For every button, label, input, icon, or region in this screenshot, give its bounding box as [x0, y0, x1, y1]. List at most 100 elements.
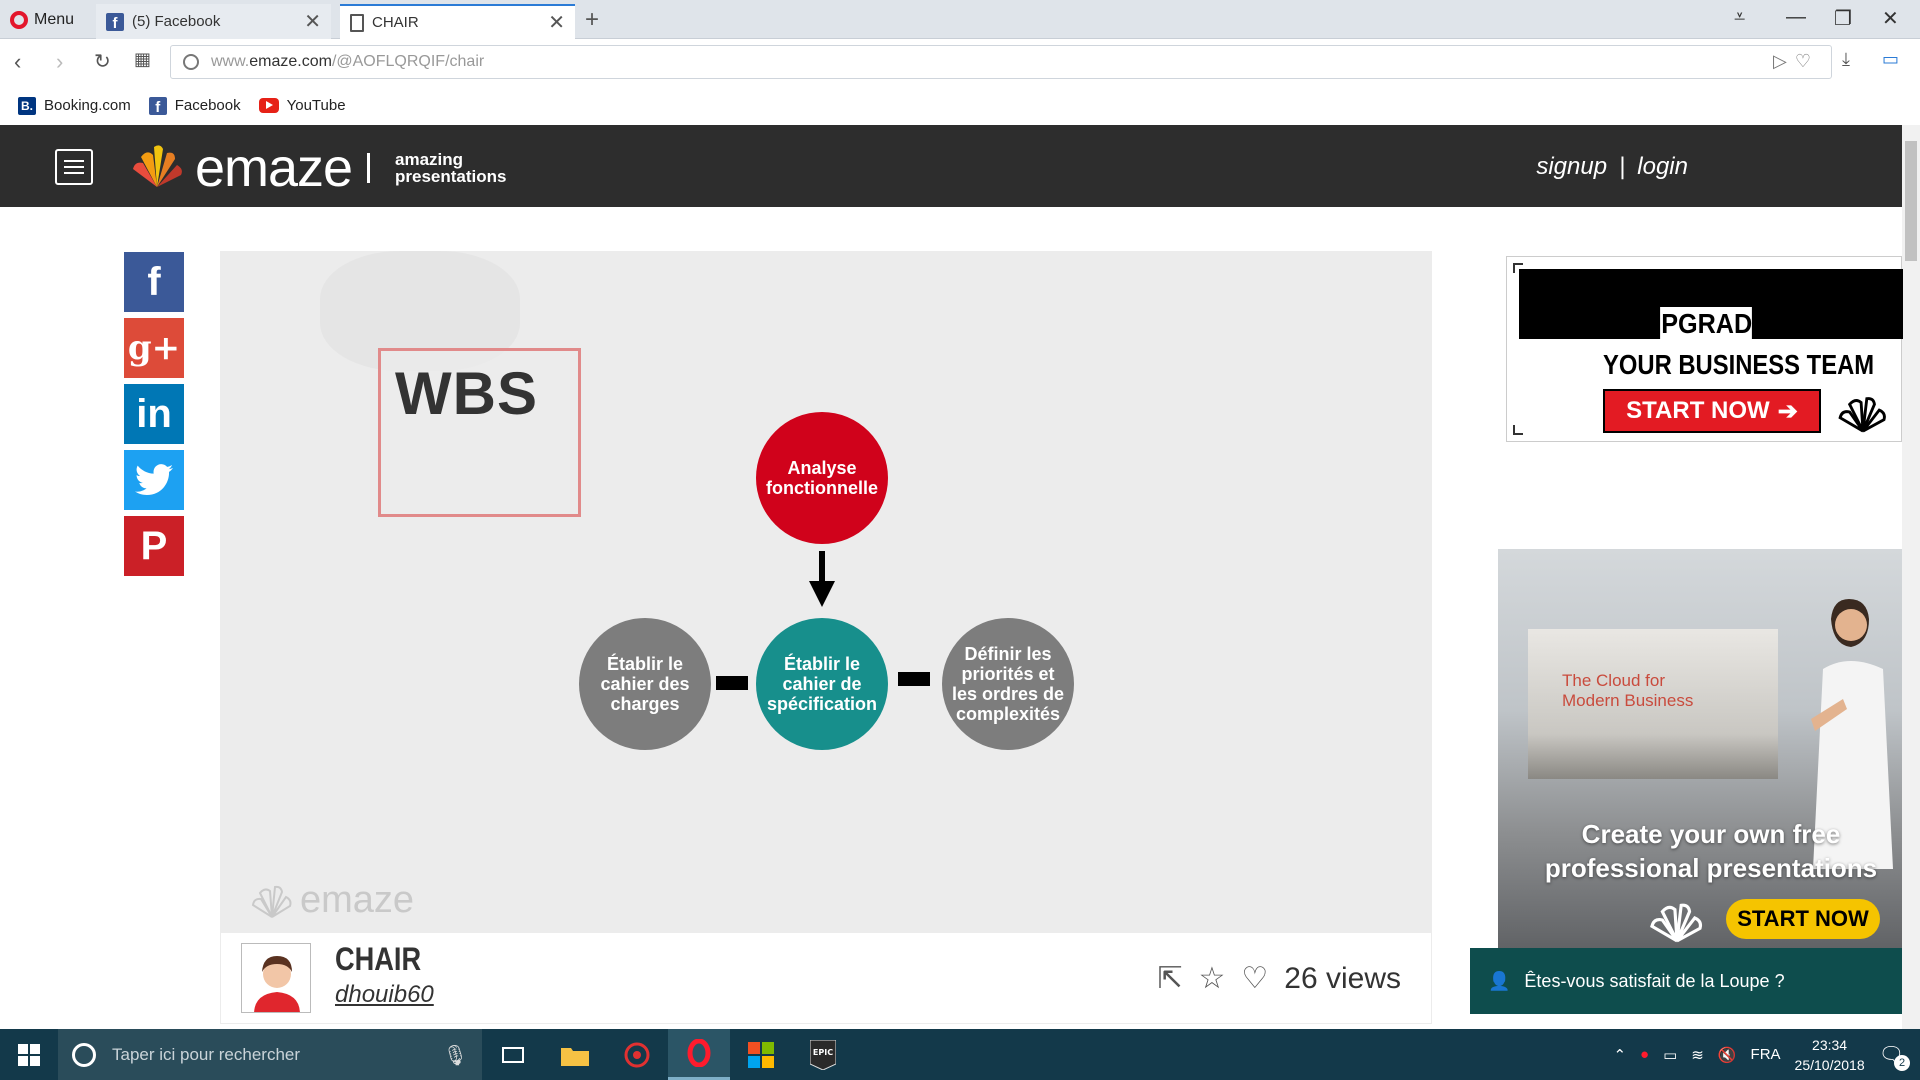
share-twitter-button[interactable] [124, 450, 184, 510]
author-link[interactable]: dhouib60 [335, 981, 434, 1009]
document-icon [350, 13, 364, 32]
bookmark-booking[interactable]: B. Booking.com [18, 96, 131, 115]
ad-start-now-button[interactable]: START NOW [1726, 899, 1880, 939]
connector-left [716, 676, 748, 690]
clock-time: 23:34 [1812, 1036, 1848, 1053]
ad-create-presentations[interactable]: The Cloud for Modern Business Create you… [1498, 549, 1902, 953]
ad-headline-line-1: Create your own free [1581, 819, 1841, 849]
minimize-button[interactable]: — [1786, 6, 1806, 29]
arrow-circle-icon: ➔ [1777, 397, 1798, 425]
page-scrollbar[interactable] [1902, 125, 1920, 1029]
slide-watermark: emaze [250, 879, 414, 922]
node-analyse-fonctionnelle: Analyse fonctionnelle [756, 412, 888, 544]
globe-icon [183, 54, 199, 70]
notification-count: 2 [1894, 1055, 1910, 1071]
ad-start-now-button[interactable]: START NOW ➔ [1603, 389, 1821, 433]
bookmark-facebook[interactable]: f Facebook [148, 96, 241, 115]
ad-upgrade-business[interactable]: UPGRADE YOUR BUSINESS TEAM START NOW ➔ [1506, 256, 1903, 442]
ad-corner [1513, 425, 1523, 435]
clock[interactable]: 23:34 25/10/2018 [1795, 1035, 1865, 1075]
language-indicator[interactable]: FRA [1751, 1046, 1781, 1063]
close-window-button[interactable]: ✕ [1882, 6, 1899, 31]
opera-menu-button[interactable]: Menu [10, 8, 74, 32]
arrow-down-icon [809, 551, 835, 607]
wifi-icon[interactable]: ≋ [1691, 1046, 1704, 1064]
slide-title: WBS [395, 360, 538, 427]
presentation-slide[interactable]: WBS Analyse fonctionnelle Établir le cah… [220, 251, 1432, 932]
share-google-plus-button[interactable]: g+ [124, 318, 184, 378]
bookmark-label: Facebook [174, 97, 241, 114]
windows-taskbar: Taper ici pour rechercher 🎙 EPIC ⌃ ● ▭ ≋… [0, 1029, 1920, 1080]
emaze-logo-text[interactable]: emaze [195, 137, 353, 199]
download-icon[interactable]: ⤓ [1842, 49, 1850, 70]
start-button[interactable] [0, 1029, 58, 1080]
bookmark-label: YouTube [286, 97, 346, 114]
star-icon[interactable]: ☆ [1198, 961, 1225, 996]
new-tab-button[interactable]: + [585, 6, 599, 34]
tagline: amazing presentations [395, 151, 506, 185]
presentation-title: CHAIR [335, 941, 422, 977]
emaze-peacock-logo-icon[interactable] [130, 145, 184, 189]
node-priorites-complexites: Définir les priorités et les ordres de c… [942, 618, 1074, 750]
login-link[interactable]: login [1637, 153, 1688, 181]
share-pinterest-button[interactable]: P [124, 516, 184, 576]
user-avatar-icon [242, 944, 310, 1012]
forward-icon[interactable]: › [56, 49, 63, 75]
emaze-peacock-logo-icon [1838, 397, 1886, 433]
tab-menu-icon[interactable]: ⩡ [1734, 6, 1745, 29]
presentation-info-bar: CHAIR dhouib60 ⇱ ☆ ♡ 26 views [220, 932, 1432, 1024]
auth-links: signup | login [1536, 153, 1688, 181]
reload-icon[interactable]: ↻ [94, 49, 111, 74]
scrollbar-thumb[interactable] [1905, 141, 1917, 261]
browser-tab-bar: Menu f (5) Facebook ✕ CHAIR ✕ + ⩡ — ❐ ✕ [0, 0, 1920, 39]
share-linkedin-button[interactable]: in [124, 384, 184, 444]
opera-taskbar-icon[interactable] [668, 1029, 730, 1080]
menu-label: Menu [34, 11, 75, 28]
share-external-icon[interactable]: ⇱ [1157, 961, 1182, 996]
hamburger-menu-button[interactable] [55, 149, 93, 185]
ad-headline: Create your own free professional presen… [1526, 817, 1896, 885]
booking-icon: B. [18, 96, 36, 115]
address-bar-row: ‹ › ↻ ▦ www. emaze.com/@AOFLQRQIF/chair ▷… [0, 39, 1920, 86]
tab-chair[interactable]: CHAIR ✕ [340, 4, 575, 39]
task-view-icon[interactable] [482, 1029, 544, 1080]
pinterest-icon: P [140, 523, 168, 568]
site-header: emaze amazing presentations signup | log… [0, 125, 1902, 207]
ad-headline-line-2: professional presentations [1544, 853, 1878, 883]
battery-icon[interactable]: ▭ [1663, 1046, 1677, 1064]
ad-screen-line-2: Modern Business [1562, 691, 1694, 710]
url-input[interactable]: www. emaze.com/@AOFLQRQIF/chair ▷♡ [170, 45, 1832, 79]
speed-dial-icon[interactable]: ▦ [134, 49, 151, 70]
back-icon[interactable]: ‹ [14, 49, 21, 75]
bookmarks-bar: B. Booking.com f Facebook YouTube [0, 86, 1920, 125]
file-explorer-icon[interactable] [544, 1029, 606, 1080]
share-facebook-button[interactable]: f [124, 252, 184, 312]
windows-store-icon[interactable] [730, 1029, 792, 1080]
game-app-icon[interactable] [606, 1029, 668, 1080]
author-avatar[interactable] [241, 943, 311, 1013]
twitter-icon [135, 464, 173, 496]
send-and-heart-icons[interactable]: ▷♡ [1773, 51, 1819, 72]
taskbar-search-input[interactable]: Taper ici pour rechercher 🎙 [58, 1029, 482, 1080]
bookmark-youtube[interactable]: YouTube [258, 97, 346, 114]
feedback-banner[interactable]: 👤 Êtes-vous satisfait de la Loupe ? [1470, 948, 1902, 1014]
heart-icon[interactable]: ♡ [1241, 961, 1268, 996]
emaze-peacock-watermark-icon [251, 885, 292, 918]
close-tab-icon[interactable]: ✕ [304, 9, 321, 34]
battery-saver-icon[interactable]: ▭ [1882, 49, 1899, 70]
connector-right [898, 672, 930, 686]
feedback-text: Êtes-vous satisfait de la Loupe ? [1524, 970, 1785, 991]
volume-muted-icon[interactable]: 🔇 [1718, 1046, 1737, 1064]
svg-text:EPIC: EPIC [813, 1048, 833, 1057]
cortana-icon [72, 1042, 96, 1067]
show-hidden-icons-icon[interactable]: ⌃ [1613, 1046, 1626, 1064]
epic-games-icon[interactable]: EPIC [792, 1029, 854, 1080]
tagline-line-1: amazing [395, 150, 464, 169]
close-tab-icon[interactable]: ✕ [548, 10, 565, 35]
tab-facebook[interactable]: f (5) Facebook ✕ [96, 4, 331, 39]
notifications-icon[interactable]: 🗨 2 [1879, 1042, 1910, 1071]
signup-link[interactable]: signup [1536, 153, 1607, 181]
restore-button[interactable]: ❐ [1834, 6, 1852, 31]
microphone-icon[interactable]: 🎙 [443, 1043, 468, 1068]
opera-tray-icon[interactable]: ● [1640, 1046, 1649, 1063]
